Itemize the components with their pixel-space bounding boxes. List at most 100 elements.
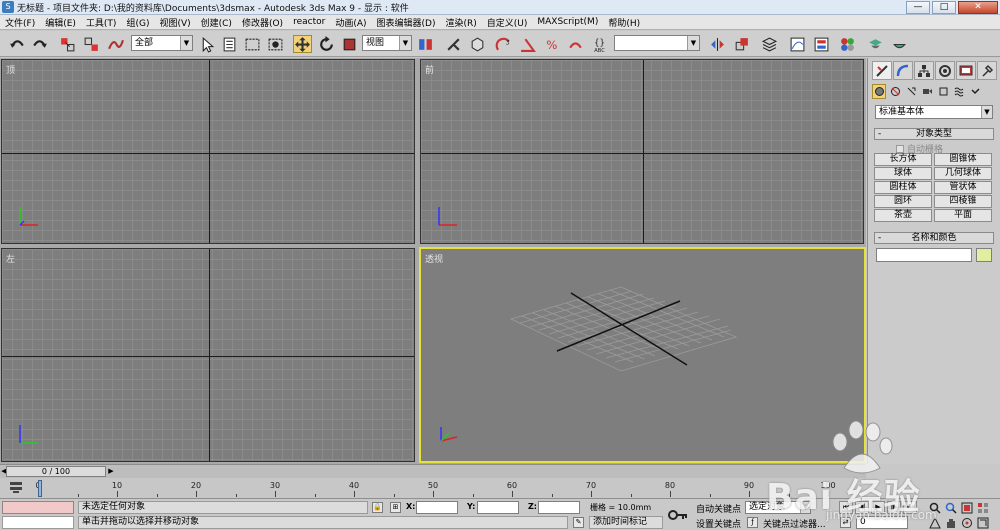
next-frame-icon[interactable]: |▶ [887,501,901,514]
layer-manager-icon[interactable] [760,35,779,53]
viewport-label[interactable]: 顶 [6,63,15,76]
x-coordinate-field[interactable] [416,501,458,514]
percent-snap-toggle-icon[interactable]: % [542,35,561,53]
menu-animation[interactable]: 动画(A) [330,16,371,29]
named-selection-sets-dropdown[interactable]: ▼ [614,35,700,51]
timeline-ruler[interactable]: 0102030405060708090100 [35,481,836,497]
select-object-icon[interactable] [198,35,217,53]
absolute-transform-icon[interactable]: ⊞ [390,502,401,513]
geometry-category-icon[interactable] [872,84,886,99]
key-mode-dropdown[interactable]: 选定对象 ▼ [745,501,811,514]
viewport-label[interactable]: 前 [425,63,434,76]
lights-category-icon[interactable] [904,84,918,99]
viewport-label[interactable]: 左 [6,252,15,265]
menu-help[interactable]: 帮助(H) [603,16,645,29]
zoom-all-icon[interactable] [944,501,958,514]
zoom-extents-icon[interactable] [960,501,974,514]
lock-selection-icon[interactable]: 🔒 [372,502,383,513]
zoom-extents-all-icon[interactable] [976,501,990,514]
time-tag-icon[interactable]: ✎ [573,517,584,528]
menu-views[interactable]: 视图(V) [154,16,195,29]
previous-frame-icon[interactable]: ◀| [855,501,869,514]
y-coordinate-field[interactable] [477,501,519,514]
go-to-start-icon[interactable]: ⏮ [839,501,853,514]
time-slider-thumb[interactable]: 0 / 100 [6,466,106,477]
minimize-button[interactable]: — [906,1,930,14]
add-time-tag[interactable]: 添加时间标记 [589,516,663,529]
modify-tab-icon[interactable] [893,61,913,80]
object-name-field[interactable] [876,248,972,262]
window-crossing-icon[interactable] [266,35,285,53]
shapes-category-icon[interactable] [888,84,902,99]
menu-group[interactable]: 组(G) [121,16,154,29]
maxscript-listener[interactable] [2,501,74,514]
cone-button[interactable]: 圆锥体 [934,153,992,166]
display-tab-icon[interactable] [956,61,976,80]
schematic-view-icon[interactable] [812,35,831,53]
auto-key-button[interactable]: 自动关键点 [696,502,741,515]
menu-file[interactable]: 文件(F) [0,16,40,29]
menu-modifiers[interactable]: 修改器(O) [237,16,288,29]
geosphere-button[interactable]: 几何球体 [934,167,992,180]
pan-view-icon[interactable] [944,516,958,529]
align-icon[interactable] [732,35,751,53]
set-key-button[interactable]: 设置关键点 [696,517,741,530]
key-mode-toggle-icon[interactable]: ⇄ [840,517,851,528]
menu-tools[interactable]: 工具(T) [81,16,122,29]
keyboard-shortcut-override-icon[interactable] [468,35,487,53]
menu-edit[interactable]: 编辑(E) [40,16,81,29]
use-pivot-center-icon[interactable] [416,35,435,53]
maxscript-output[interactable] [2,516,74,529]
cylinder-button[interactable]: 圆柱体 [874,181,932,194]
zoom-icon[interactable] [928,501,942,514]
select-and-link-icon[interactable] [58,35,77,53]
menu-graph-editors[interactable]: 图表编辑器(D) [372,16,441,29]
spinner-snap-toggle-icon[interactable] [566,35,585,53]
select-and-manipulate-icon[interactable] [444,35,463,53]
selection-filter-dropdown[interactable]: 全部 ▼ [131,35,193,51]
systems-category-icon[interactable] [968,84,982,99]
z-coordinate-field[interactable] [538,501,580,514]
viewport-left[interactable]: 左 [1,248,415,462]
field-of-view-icon[interactable] [928,516,942,529]
plane-button[interactable]: 平面 [934,209,992,222]
arc-rotate-icon[interactable] [960,516,974,529]
reference-coordinate-dropdown[interactable]: 视图 ▼ [362,35,412,51]
edit-named-selection-icon[interactable]: {} ABC [592,35,611,53]
menu-maxscript[interactable]: MAXScript(M) [532,17,603,27]
redo-icon[interactable] [30,35,49,53]
bind-to-space-warp-icon[interactable] [106,35,125,53]
viewport-front[interactable]: 前 [420,59,864,244]
undo-icon[interactable] [8,35,27,53]
object-category-dropdown[interactable]: 标准基本体 ▼ [875,105,993,119]
pyramid-button[interactable]: 四棱锥 [934,195,992,208]
helpers-category-icon[interactable] [936,84,950,99]
mirror-icon[interactable] [708,35,727,53]
space-warps-category-icon[interactable] [952,84,966,99]
name-and-color-rollout[interactable]: - 名称和颜色 [874,232,994,244]
create-tab-icon[interactable] [872,61,892,80]
viewport-perspective[interactable]: 透视 [419,247,866,463]
rectangular-selection-icon[interactable] [243,35,262,53]
motion-tab-icon[interactable] [935,61,955,80]
object-type-rollout[interactable]: - 对象类型 [874,128,994,140]
sphere-button[interactable]: 球体 [874,167,932,180]
select-and-move-icon[interactable] [293,35,312,53]
render-scene-icon[interactable] [866,35,885,53]
box-button[interactable]: 长方体 [874,153,932,166]
current-frame-field[interactable]: 0 [856,516,908,529]
key-filters-button[interactable]: 关键点过滤器... [763,517,826,530]
object-color-swatch[interactable] [976,248,992,262]
material-editor-icon[interactable] [838,35,857,53]
viewport-top[interactable]: 顶 [1,59,415,244]
hierarchy-tab-icon[interactable] [914,61,934,80]
key-filter-icon[interactable]: ƒ [747,517,758,528]
teapot-button[interactable]: 茶壶 [874,209,932,222]
angle-snap-toggle-icon[interactable] [518,35,537,53]
quick-render-icon[interactable] [890,35,909,53]
maximize-viewport-icon[interactable] [976,516,990,529]
app-icon[interactable]: S [2,1,14,13]
go-to-end-icon[interactable]: ⏭ [903,501,917,514]
unlink-selection-icon[interactable] [82,35,101,53]
select-by-name-icon[interactable] [220,35,239,53]
